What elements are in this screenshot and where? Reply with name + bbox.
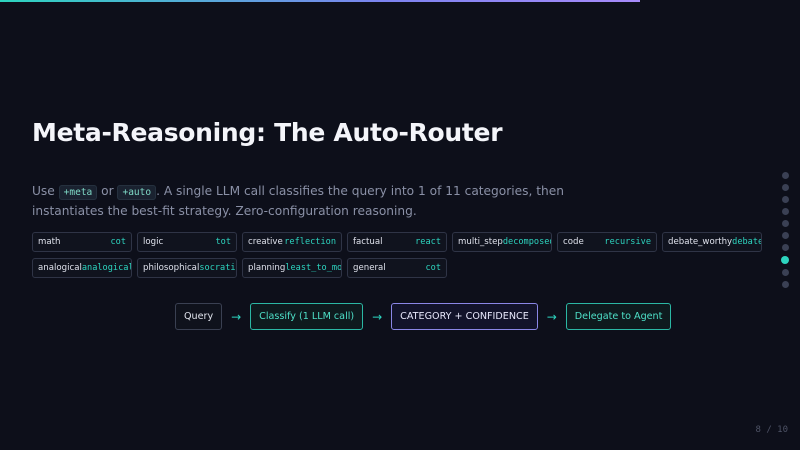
- category-chip-code: code recursive: [557, 232, 657, 252]
- slide-nav-dot-1[interactable]: [781, 172, 789, 179]
- category-name: general: [353, 263, 386, 273]
- category-chip-planning: planning least_to_most: [242, 258, 342, 278]
- flow-node-classify: Classify (1 LLM call): [250, 303, 364, 330]
- slide-nav-dot-4[interactable]: [781, 208, 789, 215]
- flow-node-query: Query: [175, 303, 223, 330]
- routing-flow: Query → Classify (1 LLM call) → CATEGORY…: [175, 303, 672, 330]
- category-chip-logic: logic tot: [137, 232, 237, 252]
- flow-arrow-icon: →: [231, 309, 242, 324]
- slide-nav-dot-10[interactable]: [781, 281, 789, 288]
- category-name: logic: [143, 237, 164, 247]
- strategy-name: socratic: [199, 263, 237, 273]
- category-chip-creative: creative reflection: [242, 232, 342, 252]
- strategy-name: cot: [425, 263, 441, 273]
- category-chip-math: math cot: [32, 232, 132, 252]
- slide-nav-dots: [781, 172, 789, 288]
- strategy-name: recursive: [604, 237, 651, 247]
- category-name: philosophical: [143, 263, 200, 273]
- category-chip-analogical: analogical analogical: [32, 258, 132, 278]
- flow-node-delegate: Delegate to Agent: [565, 303, 672, 330]
- category-name: math: [38, 237, 61, 247]
- slide-nav-dot-6[interactable]: [781, 232, 789, 239]
- slide-description: Use +meta or +auto. A single LLM call cl…: [32, 182, 632, 221]
- strategy-name: reflection: [284, 237, 336, 247]
- category-name: code: [563, 237, 584, 247]
- category-chip-factual: factual react: [347, 232, 447, 252]
- progress-accent-bar: [0, 0, 640, 2]
- desc-or: or: [101, 184, 114, 198]
- strategy-name: react: [415, 237, 441, 247]
- category-name: planning: [248, 263, 286, 273]
- slide-nav-dot-8[interactable]: [781, 256, 789, 264]
- code-auto: +auto: [117, 185, 157, 200]
- category-name: debate_worthy: [668, 237, 733, 247]
- strategy-name: decomposed: [502, 237, 552, 247]
- page-number: 8 / 10: [755, 425, 788, 435]
- flow-node-category-confidence: CATEGORY + CONFIDENCE: [391, 303, 538, 330]
- slide-nav-dot-7[interactable]: [781, 244, 789, 251]
- strategy-name: least_to_most: [285, 263, 342, 273]
- slide-title: Meta-Reasoning: The Auto-Router: [32, 118, 503, 147]
- slide-nav-dot-3[interactable]: [781, 196, 789, 203]
- category-name: creative: [248, 237, 283, 247]
- strategy-name: tot: [215, 237, 231, 247]
- category-name: factual: [353, 237, 383, 247]
- category-grid: math cot logic tot creative reflection f…: [32, 232, 772, 284]
- flow-arrow-icon: →: [546, 309, 557, 324]
- slide-nav-dot-2[interactable]: [781, 184, 789, 191]
- strategy-name: cot: [110, 237, 126, 247]
- flow-arrow-icon: →: [372, 309, 383, 324]
- desc-use: Use: [32, 184, 55, 198]
- category-name: multi_step: [458, 237, 503, 247]
- category-row-1: math cot logic tot creative reflection f…: [32, 232, 772, 252]
- slide-nav-dot-9[interactable]: [781, 269, 789, 276]
- category-row-2: analogical analogical philosophical socr…: [32, 258, 772, 278]
- category-name: analogical: [38, 263, 82, 273]
- slide-nav-dot-5[interactable]: [781, 220, 789, 227]
- strategy-name: analogical: [81, 263, 132, 273]
- code-meta: +meta: [58, 185, 98, 200]
- strategy-name: debate: [732, 237, 762, 247]
- category-chip-general: general cot: [347, 258, 447, 278]
- category-chip-multi-step: multi_step decomposed: [452, 232, 552, 252]
- category-chip-philosophical: philosophical socratic: [137, 258, 237, 278]
- category-chip-debate-worthy: debate_worthy debate: [662, 232, 762, 252]
